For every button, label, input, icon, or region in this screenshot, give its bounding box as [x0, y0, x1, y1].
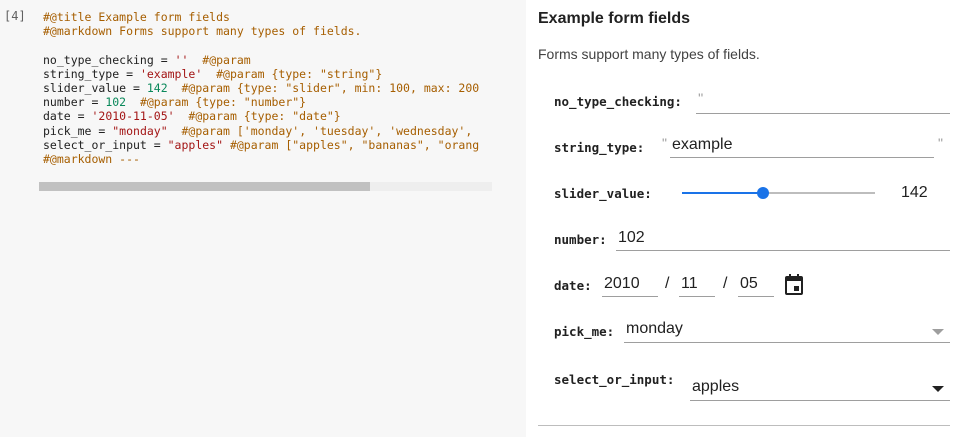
- code-token: pick_me =: [43, 123, 113, 138]
- string-type-label: string_type:: [554, 140, 645, 155]
- code-token: #@markdown ---: [43, 151, 140, 166]
- code-line: no_type_checking = '' #@param: [43, 53, 492, 67]
- date-year-input[interactable]: [602, 272, 658, 297]
- code-token: #@markdown Forms support many types of f…: [43, 24, 362, 39]
- execution-count: [4]: [4, 9, 26, 23]
- code-token: 'example': [139, 66, 203, 81]
- code-line: #@markdown Forms support many types of f…: [43, 24, 492, 38]
- code-token: select_or_input =: [43, 137, 168, 152]
- code-token: '': [174, 52, 189, 67]
- code-token: #@param {type: "slider", min: 100, max: …: [167, 80, 480, 95]
- slider-value-readout: 142: [901, 184, 928, 201]
- slider-value-label: slider_value:: [554, 186, 652, 201]
- date-month-input[interactable]: [679, 272, 715, 297]
- no-type-checking-input[interactable]: [696, 89, 950, 114]
- pick-me-select[interactable]: monday: [624, 318, 950, 343]
- code-token: '2010-11-05': [91, 109, 175, 124]
- date-label: date:: [554, 278, 592, 293]
- code-token: no_type_checking =: [43, 52, 175, 67]
- code-token: number =: [43, 95, 106, 110]
- chevron-down-icon[interactable]: [932, 386, 944, 392]
- code-editor[interactable]: #@title Example form fields #@markdown Fo…: [43, 10, 492, 166]
- code-token: #@param ['monday', 'tuesday', 'wednesday…: [167, 123, 473, 138]
- pick-me-selected-value: monday: [626, 320, 683, 337]
- slider-thumb[interactable]: [757, 187, 770, 199]
- code-line: #@title Example form fields: [43, 10, 492, 24]
- string-type-input[interactable]: [670, 133, 934, 158]
- code-line: string_type = 'example' #@param {type: "…: [43, 67, 492, 81]
- code-token: 102: [105, 95, 127, 110]
- date-separator: /: [723, 275, 728, 292]
- date-day-input[interactable]: [738, 272, 774, 297]
- pick-me-label: pick_me:: [554, 324, 615, 339]
- number-input[interactable]: [616, 226, 950, 251]
- code-token: #@title Example form fields: [43, 10, 230, 24]
- code-token: #@param {type: "string"}: [202, 66, 383, 81]
- code-line: number = 102 #@param {type: "number"}: [43, 95, 492, 109]
- string-type-open-quote: ": [662, 135, 667, 151]
- slider-track[interactable]: [682, 192, 875, 194]
- horizontal-scrollbar[interactable]: [39, 182, 492, 191]
- code-line: date = '2010-11-05' #@param {type: "date…: [43, 109, 492, 123]
- form-title: Example form fields: [538, 10, 691, 27]
- code-token: slider_value =: [43, 80, 147, 95]
- code-line: #@markdown ---: [43, 152, 492, 166]
- date-separator: /: [665, 275, 670, 292]
- form-panel: Example form fields Forms support many t…: [526, 0, 960, 437]
- code-cell[interactable]: [4] #@title Example form fields #@markdow…: [0, 0, 526, 437]
- code-token: #@param {type: "number"}: [126, 95, 307, 110]
- slider-fill: [682, 192, 764, 194]
- no-type-checking-label: no_type_checking:: [554, 94, 682, 109]
- code-token: 142: [146, 80, 168, 95]
- scrollbar-thumb[interactable]: [39, 182, 370, 191]
- code-line: pick_me = "monday" #@param ['monday', 't…: [43, 124, 492, 138]
- code-token: "apples": [167, 137, 224, 152]
- chevron-down-icon: [932, 329, 944, 335]
- form-description: Forms support many types of fields.: [538, 46, 760, 62]
- code-line: select_or_input = "apples" #@param ["app…: [43, 138, 492, 152]
- code-token: string_type =: [43, 66, 140, 81]
- string-type-close-quote: ": [938, 135, 943, 151]
- calendar-icon[interactable]: [784, 274, 804, 296]
- code-token: #@param {type: "date"}: [174, 109, 341, 124]
- markdown-divider: [538, 425, 950, 426]
- code-line: slider_value = 142 #@param {type: "slide…: [43, 81, 492, 95]
- code-token: "monday": [112, 123, 168, 138]
- number-label: number:: [554, 232, 607, 247]
- code-token: date =: [43, 109, 92, 124]
- code-token: #@param: [188, 52, 251, 67]
- select-or-input-combobox[interactable]: apples: [690, 376, 950, 401]
- code-token: #@param ["apples", "bananas", "orang: [223, 137, 480, 152]
- select-or-input-value: apples: [692, 378, 740, 395]
- select-or-input-label: select_or_input:: [554, 372, 675, 387]
